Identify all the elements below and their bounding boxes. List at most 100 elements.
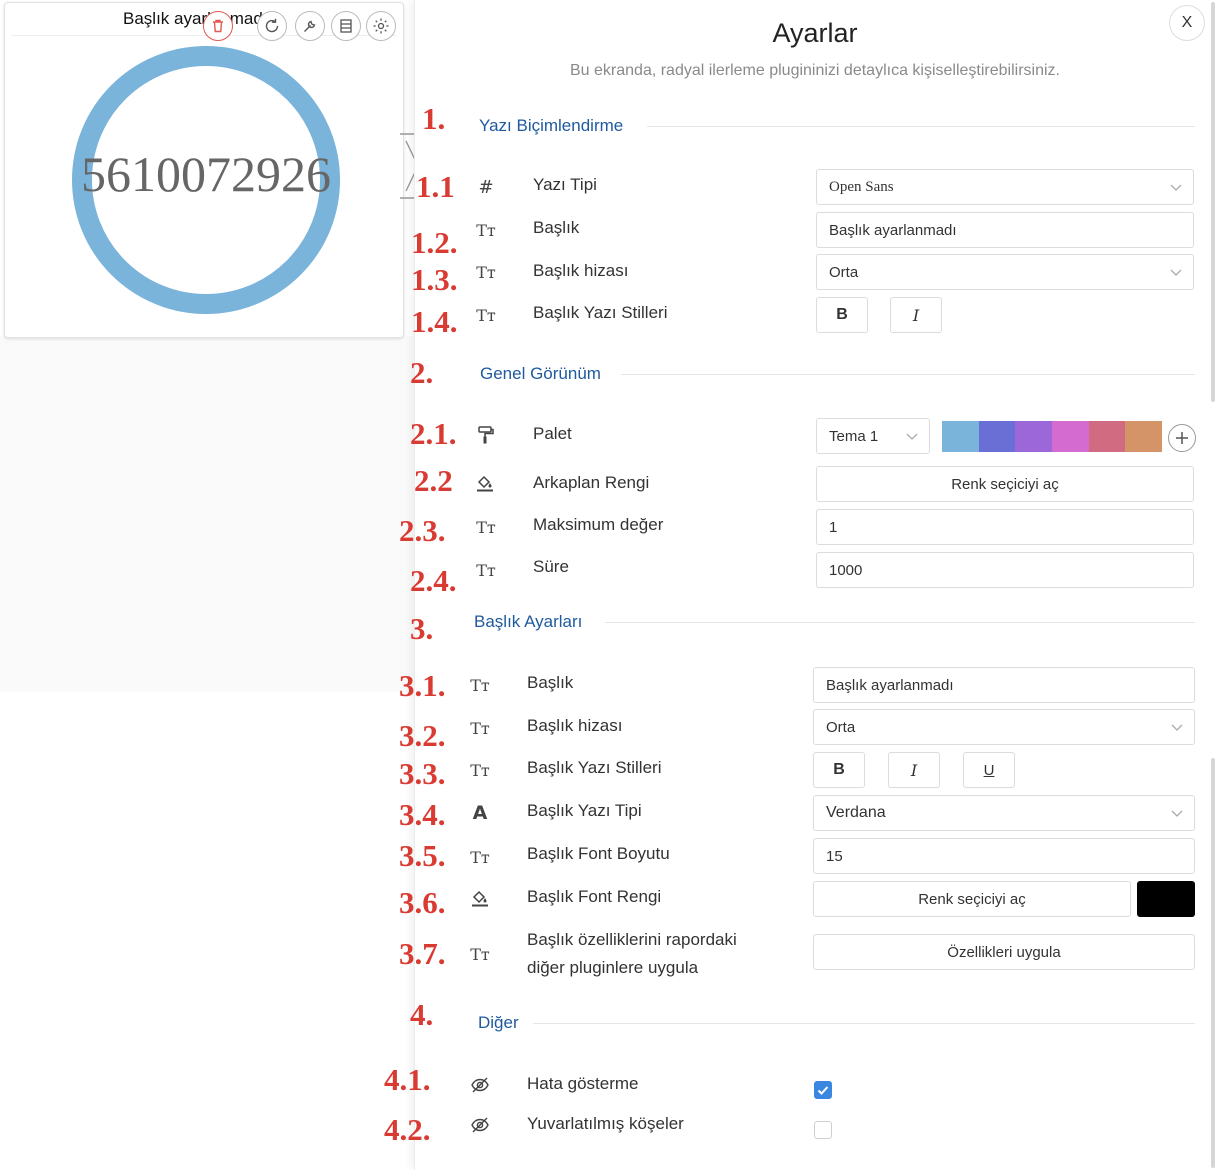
delete-button[interactable] (203, 11, 233, 41)
title-settings-align-value: Orta (826, 718, 856, 736)
section-divider (533, 1023, 1195, 1024)
title-align-label: Başlık hizası (533, 261, 629, 280)
palette-select[interactable]: Tema 1 (816, 418, 930, 454)
annotation-label: 3.3. (399, 756, 446, 791)
font-letter-icon: A (472, 802, 488, 824)
annotation-label: 1. (422, 101, 446, 136)
palette-swatch[interactable] (1052, 421, 1089, 452)
hide-errors-checkbox[interactable] (814, 1081, 832, 1099)
chevron-down-icon (1171, 810, 1183, 817)
title-settings-font-select[interactable]: Verdana (813, 795, 1195, 831)
title-color-picker-button[interactable]: Renk seçiciyi aç (813, 881, 1131, 917)
annotation-label: 1.2. (411, 225, 458, 260)
annotation-label: 2.2 (414, 463, 453, 498)
title-settings-font-label: Başlık Yazı Tipi (527, 801, 642, 820)
text-size-icon: Tт (476, 262, 496, 282)
section-divider (605, 622, 1195, 623)
background-area (0, 336, 415, 692)
annotation-label: 2.3. (399, 513, 446, 548)
add-palette-button[interactable] (1168, 424, 1196, 452)
settings-panel: Ayarlar Bu ekranda, radyal ilerleme plug… (414, 0, 1218, 1170)
title-settings-styles-label: Başlık Yazı Stilleri (527, 758, 662, 777)
title-label: Başlık (533, 218, 580, 237)
bg-color-picker-button[interactable]: Renk seçiciyi aç (816, 466, 1194, 502)
font-label: Yazı Tipi (533, 175, 597, 194)
section-divider (647, 126, 1195, 127)
wrench-icon (304, 20, 316, 32)
panel-subtitle: Bu ekranda, radyal ilerleme plugininizi … (570, 62, 1060, 79)
palette-swatch[interactable] (978, 421, 1016, 452)
apply-title-label-line1: Başlık özelliklerini rapordaki (527, 930, 737, 949)
scrollbar-bottom[interactable] (1211, 758, 1215, 1168)
text-size-icon: Tт (476, 220, 496, 240)
annotation-label: 3.5. (399, 838, 446, 873)
title-settings-align-label: Başlık hizası (527, 716, 623, 735)
title-settings-title-input[interactable]: Başlık ayarlanmadı (813, 667, 1195, 703)
max-value-label: Maksimum değer (533, 515, 664, 534)
annotation-label: 1.4. (411, 304, 458, 339)
italic-button[interactable]: I (890, 297, 942, 333)
apply-title-label-line2: diğer pluginlere uygula (527, 958, 699, 977)
settings-wrench-button[interactable] (295, 11, 325, 41)
plus-icon (1176, 432, 1188, 444)
apply-properties-button[interactable]: Özellikleri uygula (813, 934, 1195, 970)
chevron-down-icon (1171, 724, 1183, 731)
palette-swatch[interactable] (1088, 421, 1126, 452)
rounded-corners-label: Yuvarlatılmış köşeler (527, 1114, 684, 1133)
palette-swatches[interactable] (942, 421, 1163, 452)
title-input[interactable]: Başlık ayarlanmadı (816, 212, 1194, 248)
text-size-icon: Tт (470, 847, 490, 867)
chevron-down-icon (1170, 184, 1182, 191)
bold-button[interactable]: B (816, 297, 868, 333)
annotation-label: 3.4. (399, 797, 446, 832)
title-italic-button[interactable]: I (888, 752, 940, 788)
duration-input[interactable]: 1000 (816, 552, 1194, 588)
title-align-select[interactable]: Orta (816, 254, 1194, 290)
annotation-label: 4.1. (384, 1062, 431, 1097)
palette-swatch[interactable] (942, 421, 979, 452)
font-select[interactable]: Open Sans (816, 169, 1194, 205)
check-icon (817, 1086, 829, 1095)
panel-title: Ayarlar (772, 18, 858, 48)
title-settings-title-label: Başlık (527, 673, 574, 692)
max-value-input[interactable]: 1 (816, 509, 1194, 545)
hash-icon: # (478, 176, 494, 198)
text-size-icon: Tт (470, 760, 490, 780)
palette-swatch[interactable] (1125, 421, 1163, 452)
widget-title: Başlık ayarlanmadı (123, 9, 268, 28)
annotation-label: 1.3. (411, 262, 458, 297)
title-settings-size-input[interactable]: 15 (813, 838, 1195, 874)
title-underline-button[interactable]: U (963, 752, 1015, 788)
close-button[interactable]: X (1169, 5, 1205, 41)
section-title-settings: Başlık Ayarları (474, 612, 583, 631)
text-size-icon: Tт (476, 560, 496, 580)
chevron-down-icon (906, 433, 918, 440)
annotation-label: 3. (410, 611, 434, 646)
annotation-label: 3.2. (399, 718, 446, 753)
palette-swatch[interactable] (1015, 421, 1053, 452)
trash-icon (213, 19, 223, 33)
title-color-swatch[interactable] (1137, 881, 1195, 917)
text-size-icon: Tт (470, 675, 490, 695)
title-align-value: Orta (829, 263, 859, 281)
paint-bucket-icon (472, 890, 488, 907)
title-bold-button[interactable]: B (813, 752, 865, 788)
title-styles-label: Başlık Yazı Stilleri (533, 303, 668, 322)
progress-ring (72, 46, 340, 314)
text-size-icon: Tт (470, 944, 490, 964)
gear-button[interactable] (366, 11, 396, 41)
title-settings-font-value: Verdana (826, 804, 886, 821)
refresh-button[interactable] (257, 11, 287, 41)
annotation-label: 2. (410, 355, 434, 390)
title-settings-align-select[interactable]: Orta (813, 709, 1195, 745)
section-divider (621, 374, 1195, 375)
annotation-label: 2.1. (410, 416, 457, 451)
font-select-value: Open Sans (829, 178, 894, 195)
paint-bucket-icon (477, 475, 493, 492)
rounded-corners-checkbox[interactable] (814, 1121, 832, 1139)
bg-color-label: Arkaplan Rengi (533, 473, 650, 492)
section-other: Diğer (478, 1013, 519, 1032)
eye-slash-icon (471, 1117, 489, 1133)
eye-slash-icon (471, 1077, 489, 1093)
data-button[interactable] (331, 11, 361, 41)
